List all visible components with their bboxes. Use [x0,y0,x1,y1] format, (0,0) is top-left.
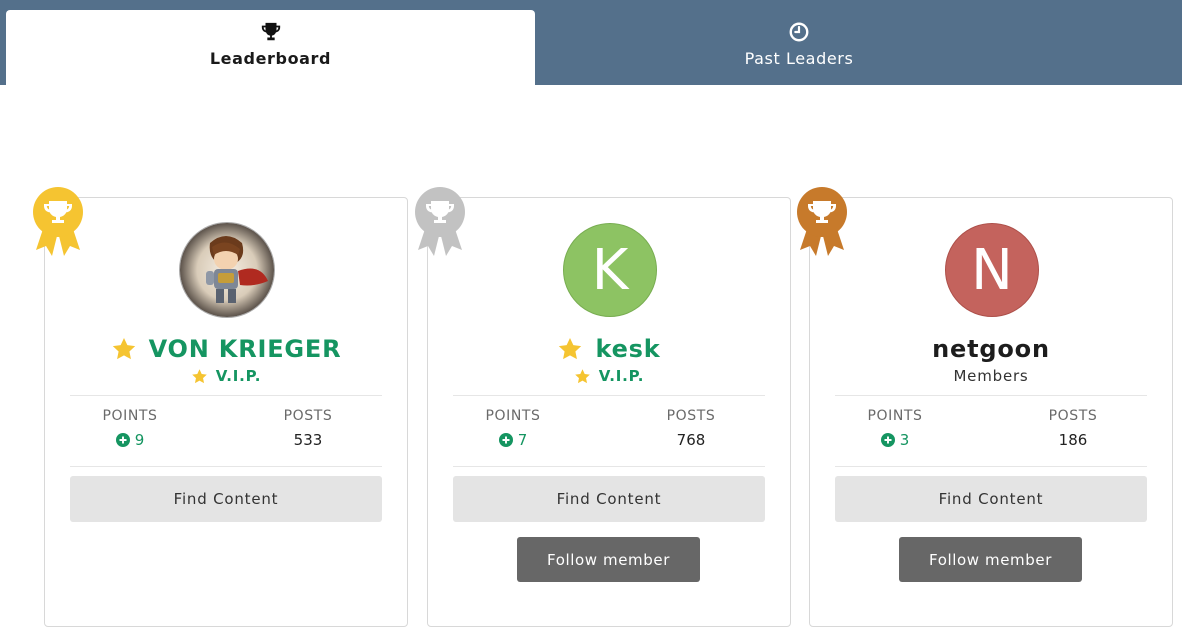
points-label: POINTS [867,408,923,424]
points-value-row: 9 [52,431,208,449]
role-row: V.I.P. [428,365,790,387]
silver-trophy-ribbon-icon [415,187,465,256]
star-icon [559,337,582,360]
bronze-trophy-ribbon-icon [797,187,847,256]
tab-bar: Leaderboard Past Leaders [0,0,1182,85]
points-stat: POINTS 9 [52,408,208,449]
gold-trophy-ribbon-icon [33,187,83,256]
divider [835,395,1147,396]
role-row: V.I.P. [45,365,407,387]
points-label: POINTS [485,408,541,424]
posts-label: POSTS [666,408,716,424]
trophy-icon [260,21,282,43]
posts-value: 768 [676,431,706,449]
points-stat: POINTS 7 [435,408,591,449]
find-content-button[interactable]: Find Content [453,476,765,522]
avatar[interactable]: N [945,223,1039,317]
plus-circle-icon [880,433,895,447]
posts-label: POSTS [1048,408,1098,424]
divider [835,466,1147,467]
follow-member-button[interactable]: Follow member [517,537,700,582]
posts-value: 186 [1058,431,1088,449]
posts-label: POSTS [283,408,333,424]
find-content-button[interactable]: Find Content [70,476,382,522]
divider [70,466,382,467]
star-icon [192,368,207,383]
points-stat: POINTS 3 [817,408,973,449]
find-content-button[interactable]: Find Content [835,476,1147,522]
clock-icon [788,21,810,43]
star-icon [575,368,590,383]
leader-card-2: K kesk V.I.P. POINTS 7 POSTS 768 Find Co… [427,197,791,627]
divider [453,395,765,396]
points-value-row: 7 [435,431,591,449]
avatar[interactable] [180,223,274,317]
star-icon [112,337,135,360]
name-row: kesk [428,332,790,366]
member-role: V.I.P. [598,367,645,385]
tab-label: Past Leaders [744,49,854,68]
member-name[interactable]: netgoon [932,335,1050,363]
points-label: POINTS [102,408,158,424]
tab-label: Leaderboard [209,49,332,68]
points-value: 3 [899,431,910,449]
leader-card-1: VON KRIEGER V.I.P. POINTS 9 POSTS 533 Fi… [44,197,408,627]
points-value: 9 [134,431,145,449]
posts-value: 533 [293,431,323,449]
plus-circle-icon [115,433,130,447]
member-name[interactable]: VON KRIEGER [149,335,342,363]
name-row: netgoon [810,332,1172,366]
posts-stat: POSTS 768 [613,408,769,449]
divider [70,395,382,396]
leader-card-3: N netgoon Members POINTS 3 POSTS 186 Fin… [809,197,1173,627]
avatar[interactable]: K [563,223,657,317]
member-role: Members [953,367,1029,385]
follow-member-button[interactable]: Follow member [899,537,1082,582]
posts-stat: POSTS 533 [230,408,386,449]
name-row: VON KRIEGER [45,332,407,366]
points-value: 7 [517,431,528,449]
plus-circle-icon [498,433,513,447]
tab-leaderboard[interactable]: Leaderboard [6,10,535,85]
member-name[interactable]: kesk [595,335,660,363]
member-role: V.I.P. [215,367,262,385]
role-row: Members [810,365,1172,387]
divider [453,466,765,467]
points-value-row: 3 [817,431,973,449]
posts-stat: POSTS 186 [995,408,1151,449]
tab-past-leaders[interactable]: Past Leaders [535,10,1063,85]
